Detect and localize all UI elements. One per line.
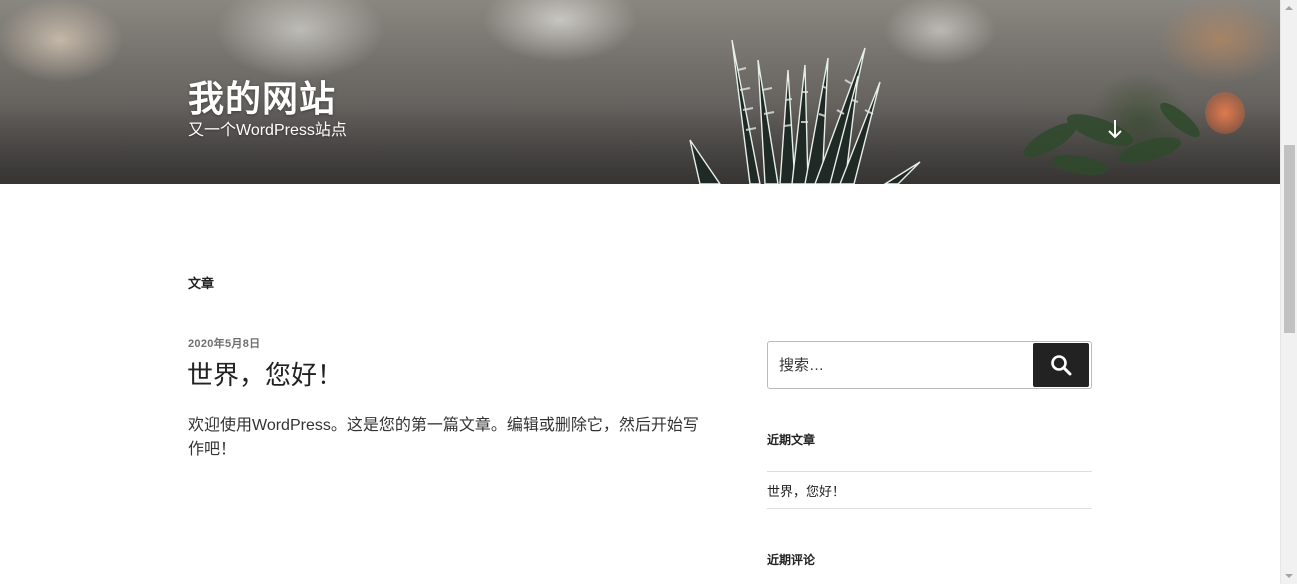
scrollbar-thumb[interactable] <box>1284 145 1295 333</box>
page-scrollbar[interactable] <box>1280 0 1297 584</box>
page-heading: 文章 <box>188 276 215 291</box>
arrow-down-icon <box>1108 120 1122 139</box>
post-excerpt: 欢迎使用WordPress。这是您的第一篇文章。编辑或删除它，然后开始写作吧！ <box>188 417 699 458</box>
site-tagline: 又一个WordPress站点 <box>188 122 347 139</box>
post-date-link[interactable]: 2020年5月8日 <box>188 335 260 351</box>
site-header: 我的网站 又一个WordPress站点 <box>0 0 1280 184</box>
search-input[interactable] <box>768 342 1033 388</box>
search-button[interactable] <box>1033 343 1089 387</box>
search-form <box>767 341 1092 389</box>
recent-comments-title: 近期评论 <box>767 553 816 567</box>
recent-posts-title: 近期文章 <box>767 433 816 447</box>
recent-post-link[interactable]: 世界，您好！ <box>767 481 845 500</box>
divider <box>767 471 1092 472</box>
scroll-down-button[interactable] <box>1102 116 1128 142</box>
scroll-up-arrow-icon[interactable] <box>1285 6 1293 10</box>
scroll-down-arrow-icon[interactable] <box>1285 574 1293 578</box>
search-icon <box>1051 355 1072 376</box>
site-title[interactable]: 我的网站 <box>188 70 336 122</box>
header-plant-image <box>689 39 921 184</box>
background-bokeh <box>1205 92 1245 134</box>
divider <box>767 508 1092 509</box>
post-title-link[interactable]: 世界，您好！ <box>187 355 343 392</box>
